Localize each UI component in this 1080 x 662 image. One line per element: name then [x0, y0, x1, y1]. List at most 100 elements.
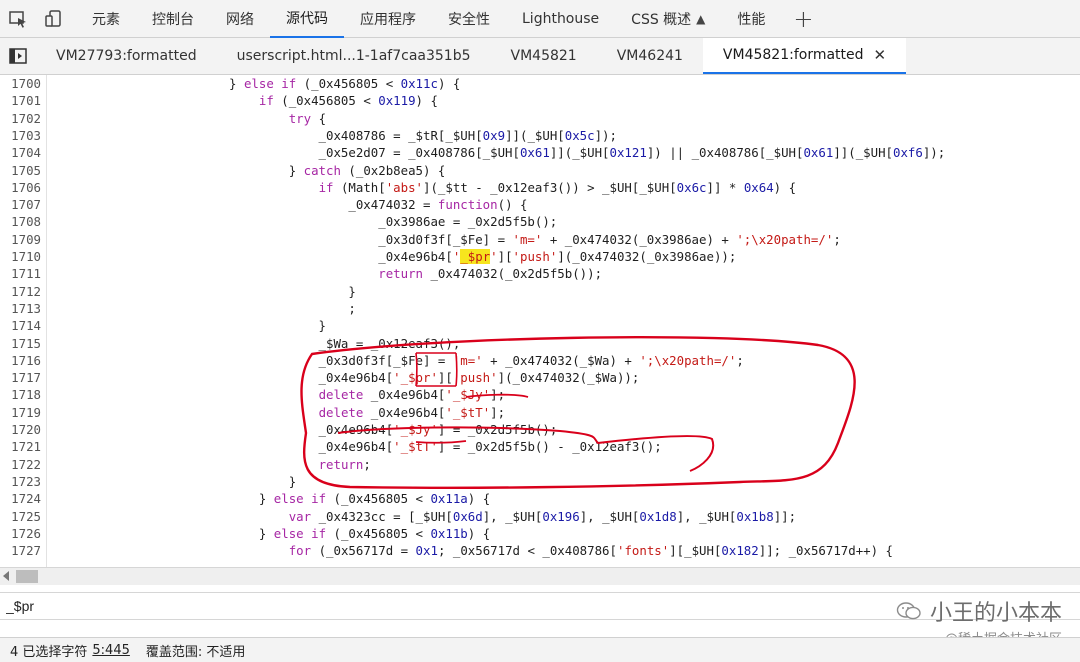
line-number[interactable]: 1716: [0, 352, 41, 369]
code-line[interactable]: 1703 _0x408786 = _$tR[_$UH[0x9]](_$UH[0x…: [0, 127, 1080, 144]
tab-network[interactable]: 网络: [210, 0, 270, 38]
file-tab-active[interactable]: VM45821:formatted ✕: [702, 38, 907, 74]
horizontal-scrollbar[interactable]: [0, 567, 1080, 585]
tab-application[interactable]: 应用程序: [344, 0, 432, 38]
code-text: } catch (_0x2b8ea5) {: [50, 162, 446, 178]
code-line[interactable]: 1713 ;: [0, 300, 1080, 317]
code-text: delete _0x4e96b4['_$Jy'];: [318, 387, 506, 403]
code-line[interactable]: 1702 try {: [0, 110, 1080, 127]
search-input[interactable]: [0, 593, 612, 619]
devtools-toolbar: 元素 控制台 网络 源代码 应用程序 安全性 Lighthouse CSS 概述…: [0, 0, 1080, 38]
line-number[interactable]: 1710: [0, 248, 41, 265]
file-tab[interactable]: VM46241: [597, 38, 703, 74]
code-text: ;: [50, 300, 356, 316]
code-line[interactable]: 1712 }: [0, 283, 1080, 300]
line-number[interactable]: 1721: [0, 438, 41, 455]
code-line[interactable]: 1719 delete _0x4e96b4['_$tT'];: [0, 404, 1080, 421]
code-line[interactable]: 1706 if (Math['abs'](_$tt - _0x12eaf3())…: [0, 179, 1080, 196]
code-text: for (_0x56717d = 0x1; _0x56717d < _0x408…: [288, 543, 894, 559]
line-number[interactable]: 1713: [0, 300, 41, 317]
code-line[interactable]: 1725 var _0x4323cc = [_$UH[0x6d], _$UH[0…: [0, 508, 1080, 525]
tab-elements[interactable]: 元素: [76, 0, 136, 38]
status-bar: 4 已选择字符 5:445 覆盖范围: 不适用: [0, 637, 1080, 662]
code-line[interactable]: 1708 _0x3986ae = _0x2d5f5b();: [0, 213, 1080, 230]
device-toolbar-icon[interactable]: [36, 0, 72, 38]
code-line[interactable]: 1722 return;: [0, 456, 1080, 473]
line-number[interactable]: 1711: [0, 265, 41, 282]
tab-console[interactable]: 控制台: [136, 0, 210, 38]
code-text: _$Wa = _0x12eaf3();: [50, 335, 461, 351]
code-text: _0x4e96b4['_$tT'] = _0x2d5f5b() - _0x12e…: [50, 439, 662, 455]
code-line[interactable]: 1718 delete _0x4e96b4['_$Jy'];: [0, 386, 1080, 403]
cursor-position-link[interactable]: 5:445: [92, 643, 129, 658]
line-number[interactable]: 1701: [0, 92, 41, 109]
code-editor[interactable]: 1700 } else if (_0x456805 < 0x11c) {1701…: [0, 75, 1080, 567]
code-text: }: [50, 318, 327, 334]
line-number[interactable]: 1702: [0, 110, 41, 127]
scroll-left-icon[interactable]: [3, 571, 9, 581]
code-line[interactable]: 1724 } else if (_0x456805 < 0x11a) {: [0, 490, 1080, 507]
code-text: _0x3d0f3f[_$Fe] = 'm=' + _0x474032(_0x39…: [50, 231, 841, 247]
line-number[interactable]: 1727: [0, 542, 41, 559]
code-line[interactable]: 1723 }: [0, 473, 1080, 490]
line-number[interactable]: 1709: [0, 231, 41, 248]
line-number[interactable]: 1720: [0, 421, 41, 438]
code-text: if (Math['abs'](_$tt - _0x12eaf3()) > _$…: [318, 179, 797, 195]
tab-lighthouse[interactable]: Lighthouse: [506, 0, 615, 38]
wechat-logo-icon: [896, 602, 921, 620]
code-line[interactable]: 1726 } else if (_0x456805 < 0x11b) {: [0, 525, 1080, 542]
code-text: _0x474032 = function() {: [50, 197, 528, 213]
line-number[interactable]: 1708: [0, 213, 41, 230]
line-number[interactable]: 1707: [0, 196, 41, 213]
line-number[interactable]: 1703: [0, 127, 41, 144]
code-line[interactable]: 1714 }: [0, 317, 1080, 334]
code-line[interactable]: 1710 _0x4e96b4['_$pr']['push'](_0x474032…: [0, 248, 1080, 265]
line-number[interactable]: 1723: [0, 473, 41, 490]
close-tab-icon[interactable]: ✕: [874, 46, 887, 64]
code-text: _0x4e96b4['_$pr']['push'](_0x474032(_$Wa…: [50, 370, 640, 386]
code-line[interactable]: 1721 _0x4e96b4['_$tT'] = _0x2d5f5b() - _…: [0, 438, 1080, 455]
line-number[interactable]: 1700: [0, 75, 41, 92]
line-number[interactable]: 1705: [0, 162, 41, 179]
line-number[interactable]: 1712: [0, 283, 41, 300]
line-number[interactable]: 1714: [0, 317, 41, 334]
line-number[interactable]: 1724: [0, 490, 41, 507]
code-line[interactable]: 1705 } catch (_0x2b8ea5) {: [0, 162, 1080, 179]
tab-sources[interactable]: 源代码: [270, 0, 344, 38]
file-tab[interactable]: userscript.html...1-1af7caa351b5: [217, 38, 491, 74]
line-number[interactable]: 1706: [0, 179, 41, 196]
line-number[interactable]: 1726: [0, 525, 41, 542]
code-line[interactable]: 1727 for (_0x56717d = 0x1; _0x56717d < _…: [0, 542, 1080, 559]
inspect-element-icon[interactable]: [0, 0, 36, 38]
line-number[interactable]: 1719: [0, 404, 41, 421]
tab-performance[interactable]: 性能: [721, 0, 781, 38]
tab-css-overview[interactable]: CSS 概述 ▲: [615, 0, 721, 38]
tab-security[interactable]: 安全性: [432, 0, 506, 38]
code-line[interactable]: 1707 _0x474032 = function() {: [0, 196, 1080, 213]
toggle-navigator-icon[interactable]: [0, 38, 36, 74]
file-tab[interactable]: VM27793:formatted: [36, 38, 217, 74]
line-number[interactable]: 1718: [0, 386, 41, 403]
code-text: }: [50, 283, 356, 299]
code-line[interactable]: 1716 _0x3d0f3f[_$Fe] = 'm=' + _0x474032(…: [0, 352, 1080, 369]
code-text: _0x3986ae = _0x2d5f5b();: [50, 214, 558, 230]
code-line[interactable]: 1709 _0x3d0f3f[_$Fe] = 'm=' + _0x474032(…: [0, 231, 1080, 248]
code-text: } else if (_0x456805 < 0x11b) {: [50, 525, 491, 541]
file-tab[interactable]: VM45821: [491, 38, 597, 74]
code-line[interactable]: 1720 _0x4e96b4['_$Jy'] = _0x2d5f5b();: [0, 421, 1080, 438]
add-panel-icon[interactable]: +: [781, 5, 825, 33]
code-line[interactable]: 1717 _0x4e96b4['_$pr']['push'](_0x474032…: [0, 369, 1080, 386]
code-line[interactable]: 1701 if (_0x456805 < 0x119) {: [0, 92, 1080, 109]
code-line[interactable]: 1715 _$Wa = _0x12eaf3();: [0, 335, 1080, 352]
scrollbar-thumb[interactable]: [16, 570, 38, 583]
line-number[interactable]: 1704: [0, 144, 41, 161]
line-number[interactable]: 1725: [0, 508, 41, 525]
code-line[interactable]: 1700 } else if (_0x456805 < 0x11c) {: [0, 75, 1080, 92]
code-text: _0x4e96b4['_$Jy'] = _0x2d5f5b();: [50, 422, 558, 437]
line-number[interactable]: 1717: [0, 369, 41, 386]
code-line[interactable]: 1704 _0x5e2d07 = _0x408786[_$UH[0x61]](_…: [0, 144, 1080, 161]
code-text: return _0x474032(_0x2d5f5b());: [378, 266, 603, 282]
line-number[interactable]: 1715: [0, 335, 41, 352]
line-number[interactable]: 1722: [0, 456, 41, 473]
code-line[interactable]: 1711 return _0x474032(_0x2d5f5b());: [0, 265, 1080, 282]
